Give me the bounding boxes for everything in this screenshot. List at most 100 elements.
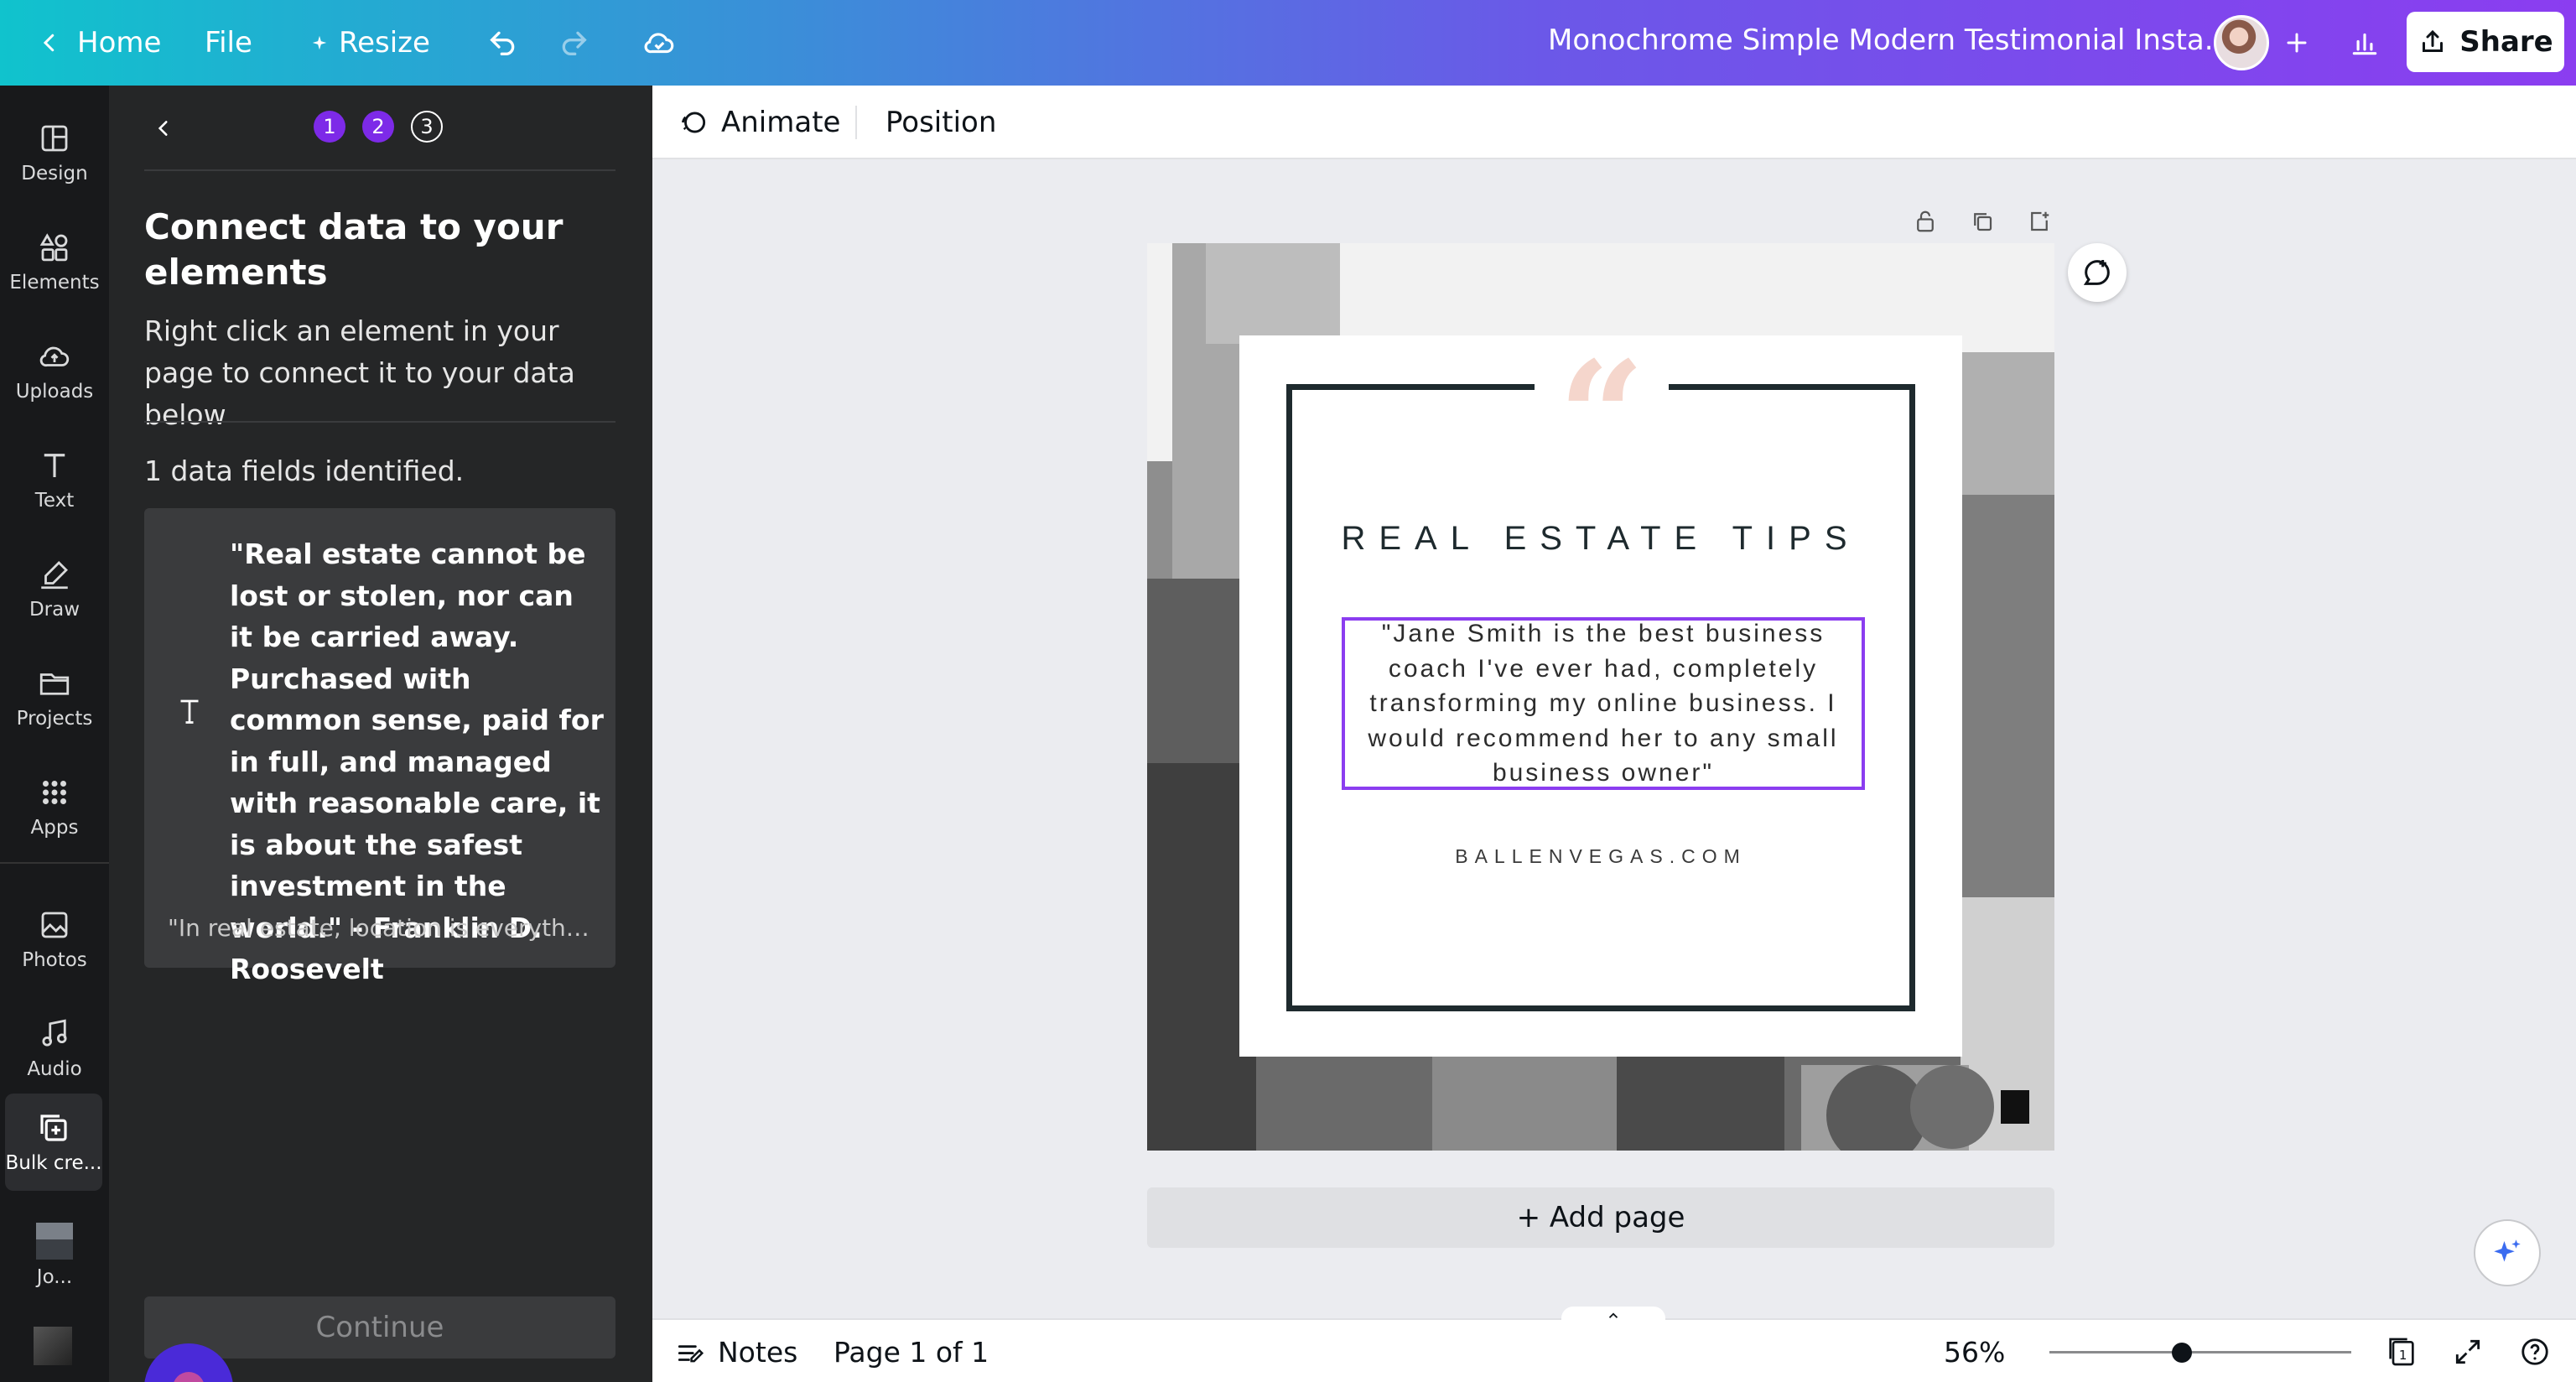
- design-heading[interactable]: REAL ESTATE TIPS: [1286, 520, 1915, 558]
- notes-label: Notes: [718, 1335, 798, 1369]
- animate-button[interactable]: Animate: [667, 97, 850, 148]
- music-icon: [42, 1019, 67, 1047]
- pages-icon: 1: [2389, 1338, 2414, 1366]
- website-text[interactable]: BALLENVEGAS.COM: [1286, 845, 1915, 868]
- lock-page-button[interactable]: [1909, 205, 1942, 238]
- rail-divider: [0, 862, 109, 864]
- add-page-button[interactable]: + Add page: [1147, 1187, 2054, 1248]
- bar-chart-icon: [2352, 33, 2377, 55]
- top-bar: Home File Resize Monochrome Simple Moder…: [0, 0, 2576, 86]
- data-field-count: 1 data fields identified.: [144, 455, 465, 487]
- page-tools: [1909, 205, 2056, 238]
- canvas-scrollbar[interactable]: [2554, 159, 2576, 1317]
- brand-thumbnail[interactable]: [34, 1327, 72, 1365]
- help-button[interactable]: [2519, 1330, 2551, 1374]
- sidebar-item-apps[interactable]: Apps: [0, 756, 109, 857]
- page-count-text: 1: [2399, 1348, 2407, 1363]
- copy-icon: [1974, 213, 1992, 231]
- chevron-left-icon: [43, 34, 55, 52]
- pen-icon: [41, 561, 68, 590]
- data-field-card[interactable]: "Real estate cannot be lost or stolen, n…: [144, 508, 615, 985]
- sidebar-item-user-app[interactable]: Jo...: [0, 1209, 109, 1301]
- cloud-upload-icon: [39, 346, 70, 367]
- sidebar-item-projects[interactable]: Projects: [0, 647, 109, 748]
- page-indicator[interactable]: Page 1 of 1: [834, 1330, 989, 1374]
- notes-icon: [678, 1345, 704, 1363]
- animate-icon: [681, 112, 706, 133]
- back-button[interactable]: [143, 107, 184, 149]
- sidebar-item-audio[interactable]: Audio: [0, 998, 109, 1099]
- image-icon: [41, 912, 68, 938]
- sidebar-item-design[interactable]: Design: [0, 102, 109, 203]
- zoom-slider-handle[interactable]: [2172, 1343, 2192, 1363]
- document-title[interactable]: Monochrome Simple Modern Testimonial Ins…: [1548, 23, 2231, 57]
- step-2-indicator: 2: [362, 111, 394, 143]
- sidebar-rail: Design Elements Uploads Text Draw Projec…: [0, 86, 109, 1382]
- animate-label: Animate: [721, 106, 841, 139]
- sidebar-item-label: Elements: [9, 272, 100, 294]
- design-page[interactable]: “ REAL ESTATE TIPS "Jane Smith is the be…: [1147, 243, 2054, 1151]
- sparkles-icon: [2494, 1239, 2521, 1262]
- undo-button[interactable]: [478, 18, 528, 67]
- data-field-next-value: "In real estate, location is everything.…: [168, 914, 595, 942]
- resize-label: Resize: [339, 26, 430, 60]
- folder-icon: [39, 673, 70, 695]
- cloud-check-icon: [644, 33, 674, 54]
- bulk-create-icon: [40, 1114, 67, 1141]
- continue-button[interactable]: Continue: [144, 1296, 615, 1359]
- sidebar-item-label: Design: [21, 163, 88, 184]
- canva-editor: Home File Resize Monochrome Simple Moder…: [0, 0, 2576, 1382]
- footer-bar: Notes Page 1 of 1 56% 1: [652, 1307, 2576, 1382]
- bulk-create-panel: 1 2 3 Connect data to your elements Righ…: [109, 86, 652, 1382]
- testimonial-text: "Jane Smith is the best business coach I…: [1368, 620, 1839, 787]
- notes-button[interactable]: Notes: [674, 1330, 797, 1374]
- panel-divider: [144, 421, 615, 423]
- chevron-up-icon: [1608, 1312, 1618, 1318]
- panel-instructions: Right click an element in your page to c…: [144, 314, 575, 431]
- sparkle-icon: [312, 35, 327, 50]
- grid-icon: [43, 781, 66, 804]
- save-status-button[interactable]: [634, 18, 684, 67]
- add-comment-button[interactable]: [2068, 243, 2127, 302]
- sidebar-item-bulk-create[interactable]: Bulk cre...: [5, 1094, 102, 1191]
- comment-plus-icon: [2083, 260, 2110, 285]
- sidebar-item-label: Audio: [27, 1058, 82, 1080]
- page-grid-button[interactable]: 1: [2385, 1330, 2418, 1374]
- sidebar-item-label: Photos: [22, 949, 87, 971]
- sidebar-item-draw[interactable]: Draw: [0, 538, 109, 639]
- sidebar-item-photos[interactable]: Photos: [0, 889, 109, 990]
- fullscreen-button[interactable]: [2452, 1330, 2484, 1374]
- show-pages-button[interactable]: [1561, 1307, 1665, 1325]
- user-avatar[interactable]: [2214, 15, 2269, 70]
- shapes-icon: [39, 233, 68, 262]
- magic-assistant-button[interactable]: [2474, 1219, 2541, 1286]
- undo-icon: [490, 31, 515, 56]
- resize-button[interactable]: Resize: [295, 13, 445, 72]
- sidebar-item-label: Text: [34, 490, 75, 512]
- sidebar-item-elements[interactable]: Elements: [0, 211, 109, 312]
- insights-button[interactable]: [2340, 18, 2390, 67]
- add-page-icon-button[interactable]: [2023, 205, 2056, 238]
- add-page-icon: [2031, 211, 2049, 231]
- plus-icon: [2287, 33, 2307, 53]
- file-menu-button[interactable]: File: [190, 13, 267, 72]
- sidebar-item-label: Draw: [29, 599, 80, 621]
- duplicate-page-button[interactable]: [1966, 205, 1999, 238]
- zoom-slider-track[interactable]: [2049, 1351, 2351, 1353]
- zoom-value[interactable]: 56%: [1944, 1330, 2005, 1374]
- add-collaborator-button[interactable]: [2272, 18, 2321, 67]
- text-field-icon: [174, 696, 205, 735]
- position-button[interactable]: Position: [875, 97, 1006, 148]
- sidebar-item-text[interactable]: Text: [0, 429, 109, 530]
- layout-icon: [41, 125, 68, 152]
- redo-button[interactable]: [548, 18, 599, 67]
- sidebar-item-label: Bulk cre...: [5, 1152, 102, 1174]
- redo-icon: [562, 31, 587, 56]
- sidebar-item-label: Apps: [30, 817, 79, 839]
- home-label: Home: [77, 26, 162, 60]
- testimonial-text-selected[interactable]: "Jane Smith is the best business coach I…: [1342, 617, 1865, 790]
- share-button[interactable]: Share: [2407, 12, 2564, 72]
- user-thumbnail: [36, 1223, 73, 1260]
- sidebar-item-uploads[interactable]: Uploads: [0, 320, 109, 421]
- home-button[interactable]: Home: [22, 13, 176, 72]
